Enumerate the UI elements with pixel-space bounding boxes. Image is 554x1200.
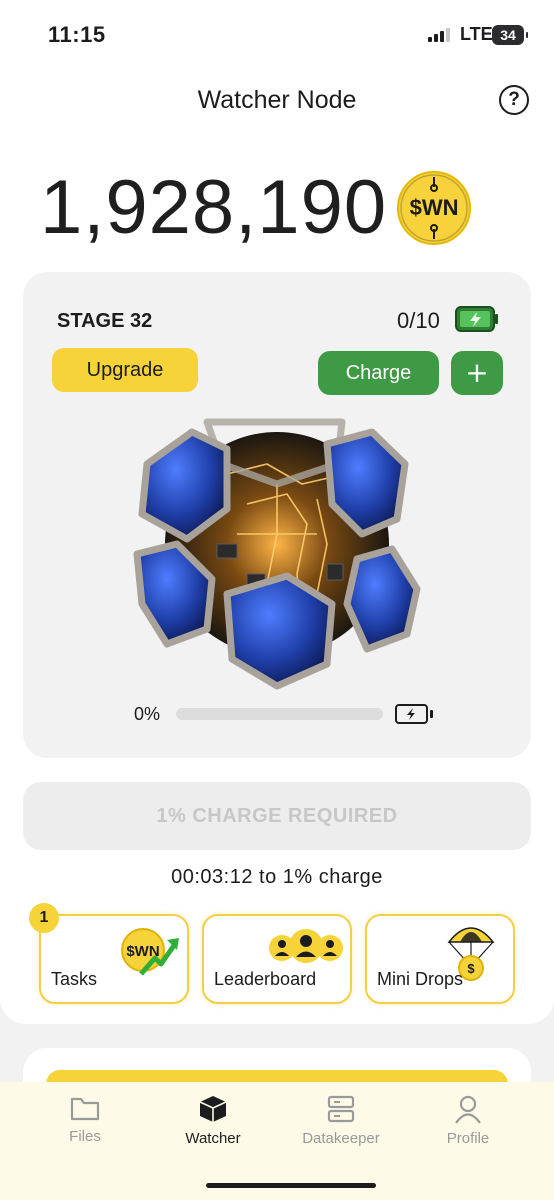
- charge-timer: 00:03:12 to 1% charge: [171, 866, 383, 888]
- charge-required-button[interactable]: 1% CHARGE REQUIRED: [23, 782, 531, 850]
- network-label: LTE: [460, 24, 493, 44]
- drops-coin-text: $: [467, 961, 475, 976]
- coin-label: $WN: [409, 195, 459, 220]
- tasks-badge: 1: [29, 903, 59, 933]
- server-icon: [327, 1095, 355, 1123]
- tasks-label: Tasks: [51, 969, 98, 989]
- status-bar: 11:15 LTE 34: [0, 0, 554, 64]
- progress-bar: [176, 708, 383, 720]
- progress-percent: 0%: [134, 704, 161, 724]
- tab-profile[interactable]: Profile: [413, 1094, 523, 1147]
- question-circle-icon[interactable]: ?: [499, 85, 529, 115]
- stage-label: STAGE 32: [57, 310, 153, 332]
- tab-watcher[interactable]: Watcher: [158, 1094, 268, 1147]
- tab-profile-label: Profile: [446, 1130, 490, 1147]
- battery-status-icon: 34: [492, 25, 528, 45]
- signal-icon: [428, 28, 450, 42]
- watcher-node-illustration: [133, 418, 421, 690]
- status-time: 11:15: [48, 22, 106, 47]
- battery-charging-icon: [395, 704, 433, 724]
- charge-button[interactable]: Charge: [318, 351, 439, 395]
- leaderboard-label: Leaderboard: [214, 969, 317, 989]
- mini-drops-label: Mini Drops: [377, 969, 464, 989]
- wn-coin-up-arrow-icon: $WN: [121, 928, 179, 976]
- page-title: Watcher Node: [197, 86, 357, 114]
- cube-icon: [199, 1096, 227, 1122]
- folder-icon: [70, 1097, 100, 1121]
- users-group-icon: [269, 929, 343, 963]
- balance-amount: 1,928,190: [40, 165, 388, 250]
- upgrade-button[interactable]: Upgrade: [52, 348, 198, 392]
- balance-row: 1,928,190 $WN: [40, 164, 472, 252]
- tab-datakeeper-label: Datakeeper: [302, 1130, 380, 1147]
- tab-watcher-label: Watcher: [185, 1130, 241, 1147]
- leaderboard-tile[interactable]: Leaderboard: [202, 914, 352, 1004]
- stage-card: STAGE 32 0/10 Upgrade Charge + 0%: [23, 272, 531, 758]
- wn-coin-icon: $WN: [397, 171, 472, 245]
- tab-files[interactable]: Files: [30, 1094, 140, 1145]
- add-charge-button[interactable]: +: [451, 351, 503, 395]
- battery-charged-icon: [455, 306, 498, 332]
- tab-datakeeper[interactable]: Datakeeper: [286, 1094, 396, 1147]
- home-indicator: [206, 1183, 376, 1188]
- mini-drops-tile[interactable]: $ Mini Drops: [365, 914, 515, 1004]
- user-icon: [455, 1095, 481, 1124]
- tab-files-label: Files: [69, 1128, 101, 1145]
- tasks-tile[interactable]: $WN Tasks: [39, 914, 189, 1004]
- charge-count: 0/10: [397, 308, 440, 333]
